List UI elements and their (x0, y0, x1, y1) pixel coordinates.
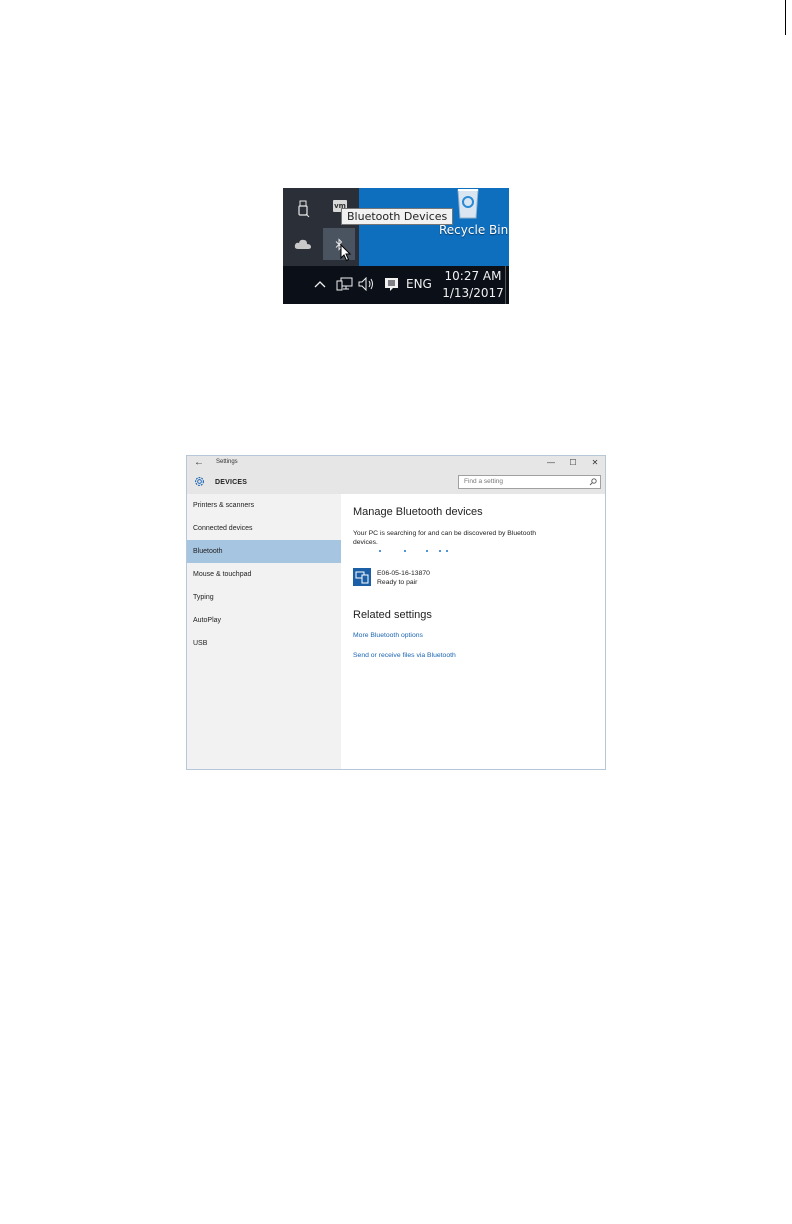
progress-dot (404, 550, 406, 552)
sidebar-item-mouse-touchpad[interactable]: Mouse & touchpad (187, 563, 341, 586)
device-status: Ready to pair (377, 579, 418, 586)
network-icon[interactable] (335, 276, 353, 292)
search-input[interactable]: Find a setting (458, 475, 601, 489)
manage-bluetooth-heading: Manage Bluetooth devices (353, 506, 483, 518)
maximize-button[interactable]: ☐ (566, 458, 580, 467)
onedrive-cloud-icon[interactable] (293, 238, 313, 250)
usb-icon[interactable] (295, 198, 313, 220)
sidebar-item-typing[interactable]: Typing (187, 586, 341, 609)
back-arrow-icon[interactable]: ← (194, 457, 204, 468)
recycle-bin-label[interactable]: Recycle Bin (439, 223, 508, 237)
mouse-cursor-icon (340, 244, 352, 262)
device-icon[interactable] (353, 568, 371, 586)
tray-screenshot: vm Recycle Bin Bluetooth Devices ENG 10:… (283, 188, 509, 304)
clock-date: 1/13/2017 (442, 286, 504, 300)
search-icon[interactable] (589, 478, 597, 486)
clock-time: 10:27 AM (444, 269, 502, 283)
send-receive-files-link[interactable]: Send or receive files via Bluetooth (353, 652, 456, 659)
progress-dot (439, 550, 441, 552)
recycle-bin-icon[interactable] (451, 188, 485, 220)
settings-window: ← Settings — ☐ ✕ DEVICES Find a setting … (186, 455, 606, 770)
bluetooth-search-description: Your PC is searching for and can be disc… (353, 530, 536, 546)
input-language-indicator[interactable]: ENG (406, 277, 432, 291)
main-content: Manage Bluetooth devices Your PC is sear… (341, 494, 605, 769)
sidebar-item-connected-devices[interactable]: Connected devices (187, 517, 341, 540)
bluetooth-devices-tooltip: Bluetooth Devices (341, 208, 454, 225)
sidebar-item-usb[interactable]: USB (187, 632, 341, 655)
title-bar: ← Settings — ☐ ✕ (187, 456, 605, 471)
chevron-up-icon[interactable] (313, 276, 327, 292)
clock[interactable]: 10:27 AM 1/13/2017 (442, 268, 504, 302)
progress-dot (446, 550, 448, 552)
show-desktop-divider[interactable] (505, 266, 506, 304)
device-name[interactable]: E06-05-16-13870 (377, 570, 430, 577)
progress-dot (379, 550, 381, 552)
search-placeholder: Find a setting (464, 478, 504, 485)
window-title: Settings (216, 459, 238, 465)
sidebar: Printers & scanners Connected devices Bl… (187, 494, 341, 769)
close-button[interactable]: ✕ (588, 458, 602, 467)
volume-icon[interactable] (358, 275, 376, 293)
progress-dot (426, 550, 428, 552)
more-bluetooth-options-link[interactable]: More Bluetooth options (353, 632, 423, 639)
searching-progress-dots (379, 550, 459, 554)
page-title: DEVICES (215, 479, 248, 486)
sidebar-item-bluetooth[interactable]: Bluetooth (187, 540, 341, 563)
page-edge-rule (785, 0, 786, 35)
minimize-button[interactable]: — (544, 458, 558, 467)
settings-header: DEVICES Find a setting (187, 471, 605, 494)
gear-icon (195, 477, 204, 486)
related-settings-heading: Related settings (353, 609, 432, 621)
sidebar-item-autoplay[interactable]: AutoPlay (187, 609, 341, 632)
notification-icon[interactable] (383, 276, 399, 292)
taskbar-notification-area: ENG 10:27 AM 1/13/2017 (283, 266, 509, 304)
sidebar-item-printers-scanners[interactable]: Printers & scanners (187, 494, 341, 517)
